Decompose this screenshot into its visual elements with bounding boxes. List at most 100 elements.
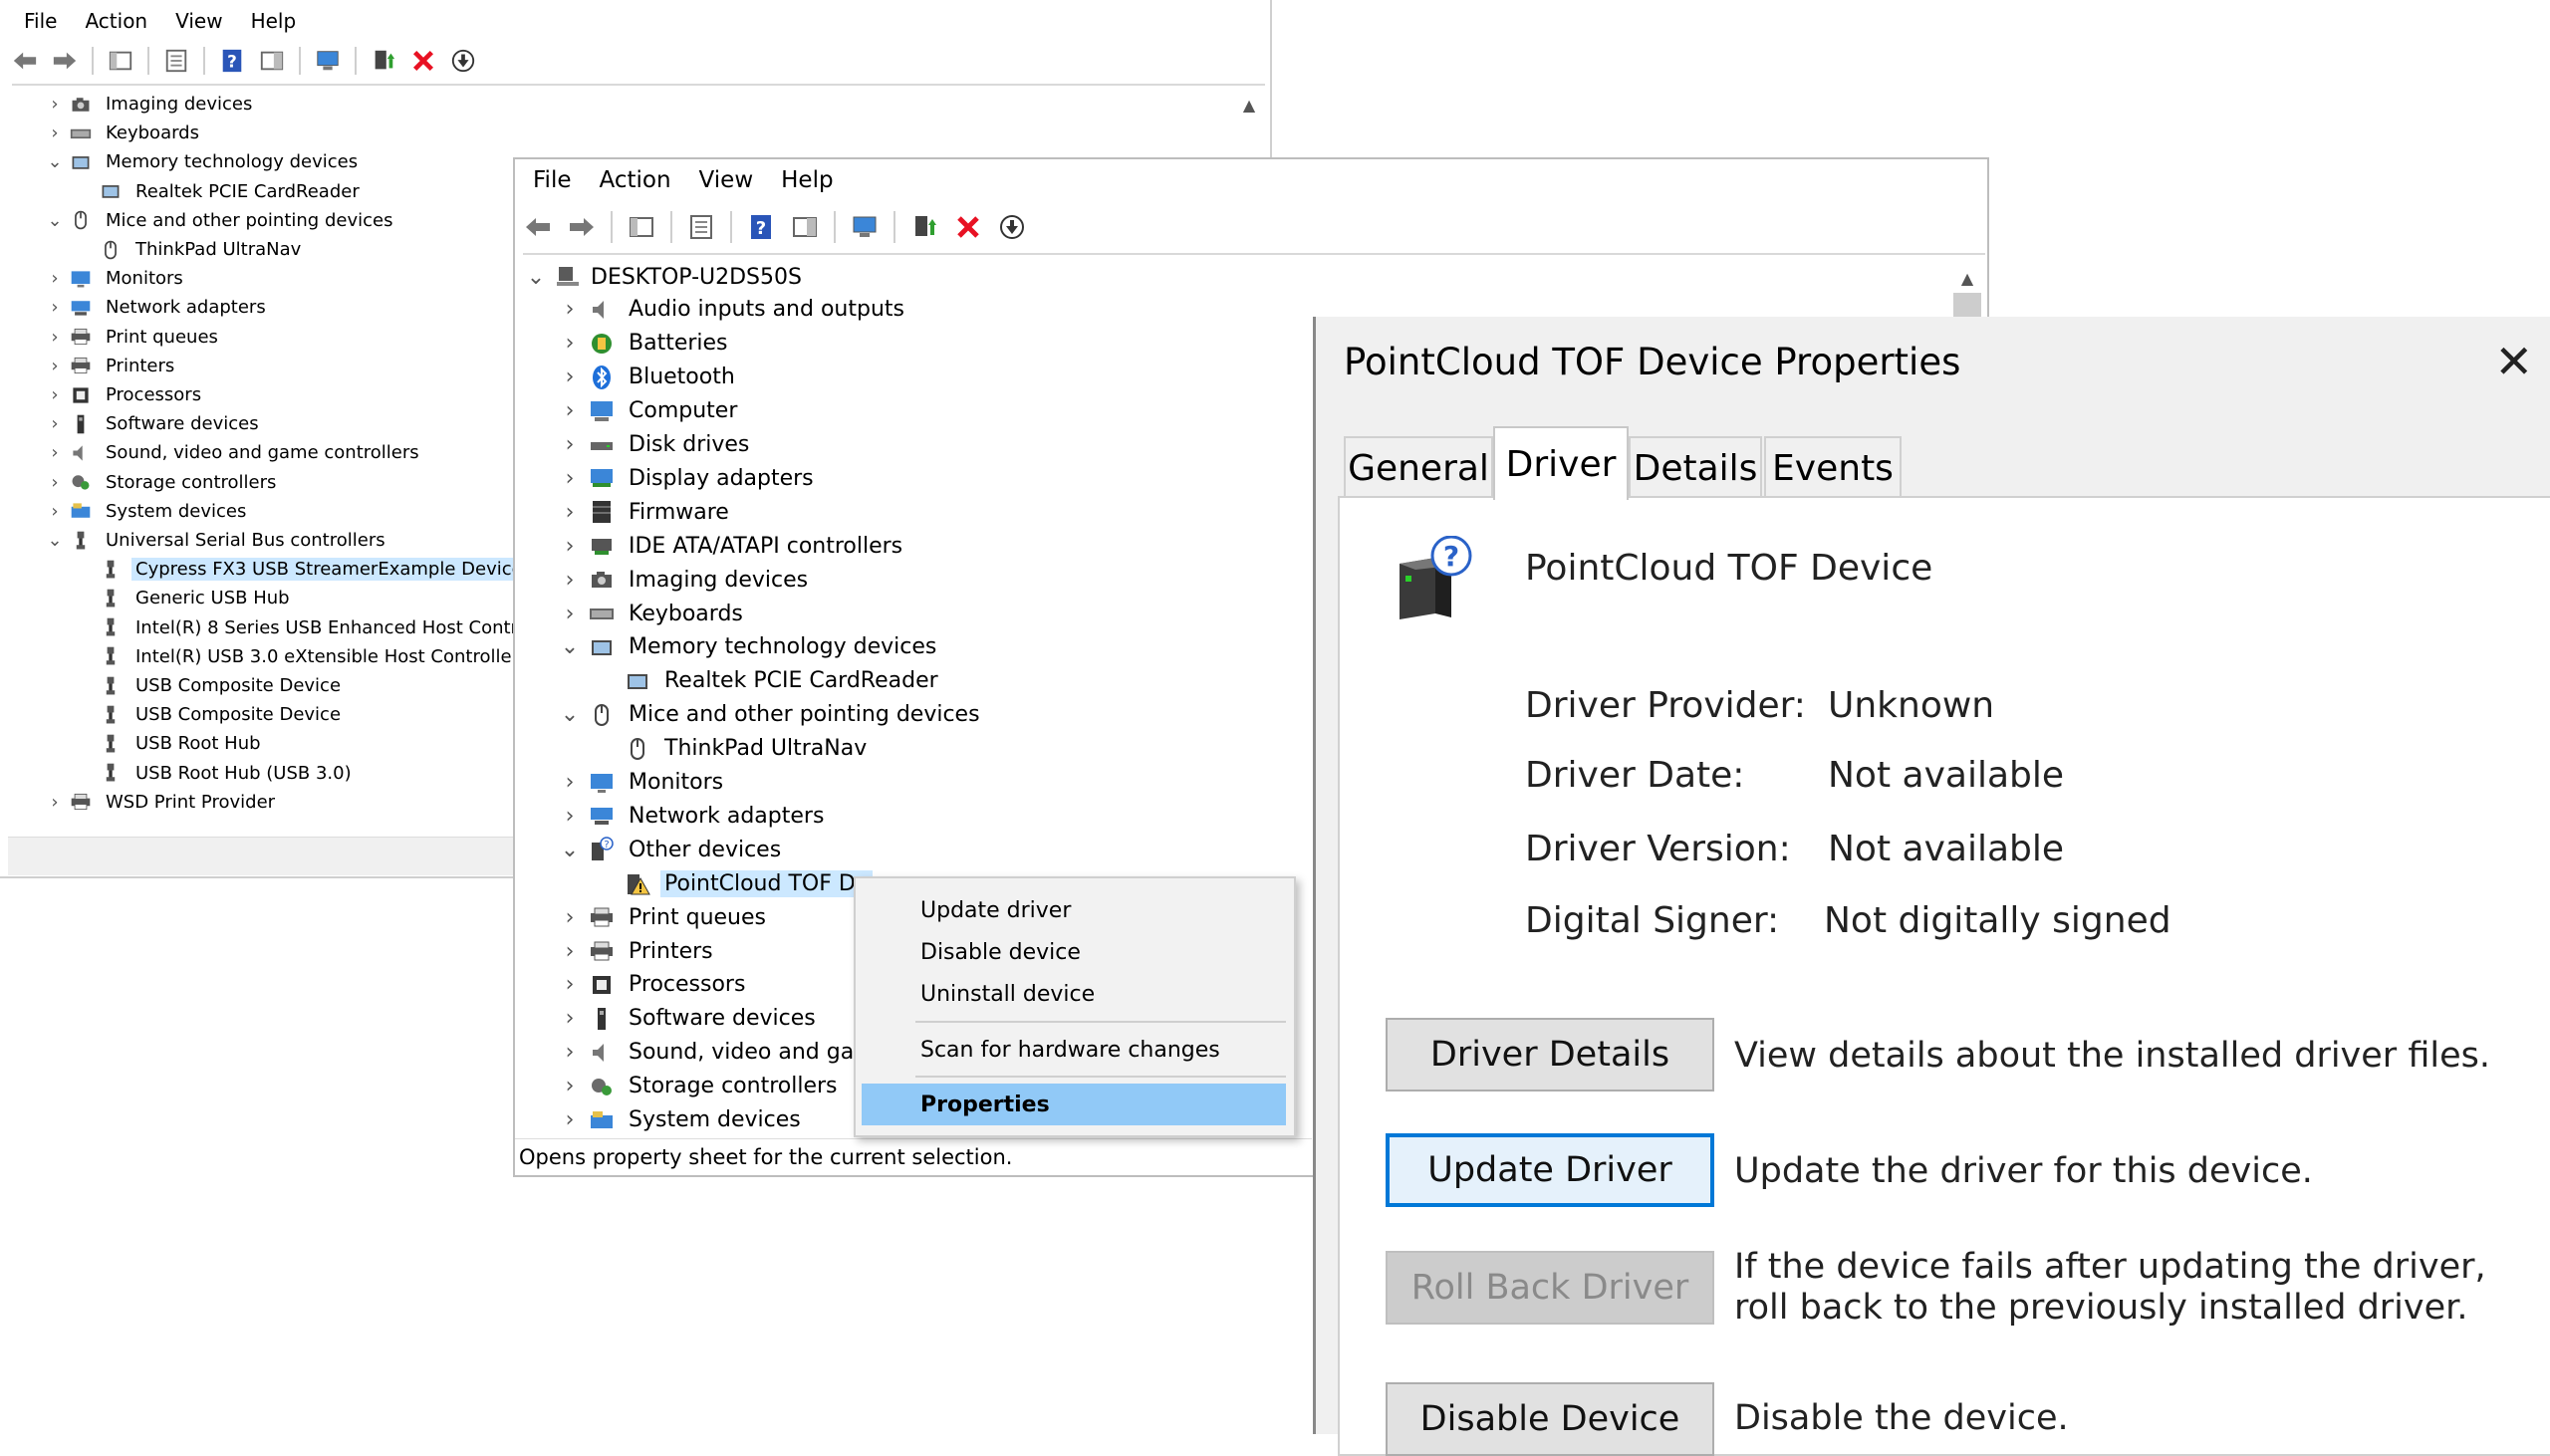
menu-file[interactable]: File xyxy=(24,9,57,33)
help-icon[interactable]: ? xyxy=(219,48,245,74)
show-hide-console-tree-icon[interactable] xyxy=(108,48,133,74)
roll-back-driver-button[interactable]: Roll Back Driver xyxy=(1386,1251,1714,1325)
chevron-right-icon[interactable]: › xyxy=(559,1074,581,1098)
tree-row[interactable]: › Batteries xyxy=(559,327,732,361)
tree-row[interactable]: › IDE ATA/ATAPI controllers xyxy=(559,529,906,563)
tree-row[interactable]: › Storage controllers xyxy=(44,468,280,497)
menu-help[interactable]: Help xyxy=(781,167,833,193)
tree-row[interactable]: ⌄ Mice and other pointing devices xyxy=(559,698,984,732)
add-driver-icon[interactable] xyxy=(909,212,939,242)
tree-row[interactable]: USB Root Hub (USB 3.0) xyxy=(74,759,356,788)
tree-row[interactable]: Intel(R) USB 3.0 eXtensible Host Control… xyxy=(74,642,535,671)
tree-row[interactable]: › Bluetooth xyxy=(559,361,739,394)
tree-row[interactable]: › System devices xyxy=(44,497,250,526)
tree-row[interactable]: › Sound, video and gam xyxy=(559,1036,880,1070)
tree-row[interactable]: USB Composite Device xyxy=(74,700,345,729)
menu-item-update-driver[interactable]: Update driver xyxy=(856,890,1294,930)
tree-row[interactable]: Realtek PCIE CardReader xyxy=(595,664,942,698)
tree-root-row[interactable]: ⌄ DESKTOP-U2DS50S xyxy=(525,259,802,295)
chevron-right-icon[interactable]: › xyxy=(559,432,581,457)
chevron-right-icon[interactable]: › xyxy=(559,1006,581,1031)
tree-row[interactable]: Realtek PCIE CardReader xyxy=(74,177,364,206)
properties-icon[interactable] xyxy=(163,48,189,74)
tree-row[interactable]: ⌄ Universal Serial Bus controllers xyxy=(44,526,389,555)
chevron-right-icon[interactable]: › xyxy=(559,804,581,829)
update-driver-icon[interactable] xyxy=(997,212,1027,242)
chevron-right-icon[interactable]: › xyxy=(559,364,581,389)
menu-item-disable-device[interactable]: Disable device xyxy=(856,932,1294,972)
tree-row[interactable]: › Network adapters xyxy=(44,293,270,322)
chevron-right-icon[interactable]: › xyxy=(559,534,581,559)
menu-item-uninstall-device[interactable]: Uninstall device xyxy=(856,974,1294,1014)
chevron-right-icon[interactable]: › xyxy=(559,466,581,491)
forward-arrow-icon[interactable] xyxy=(52,48,78,74)
chevron-right-icon[interactable]: › xyxy=(559,500,581,525)
tree-row[interactable]: › Storage controllers xyxy=(559,1070,841,1103)
chevron-right-icon[interactable]: › xyxy=(44,268,66,290)
tree-row[interactable]: › Keyboards xyxy=(559,597,747,630)
chevron-right-icon[interactable]: › xyxy=(44,355,66,376)
chevron-right-icon[interactable]: › xyxy=(559,1107,581,1132)
menu-item-scan-hardware[interactable]: Scan for hardware changes xyxy=(856,1030,1294,1070)
chevron-right-icon[interactable]: › xyxy=(44,791,66,813)
tree-row[interactable]: › Disk drives xyxy=(559,428,753,462)
tree-row[interactable]: › Printers xyxy=(559,934,717,968)
tree-row[interactable]: › Monitors xyxy=(44,264,187,293)
scroll-up-button[interactable]: ▲ xyxy=(1233,90,1265,120)
tree-row[interactable]: ⌄ Memory technology devices xyxy=(44,147,362,176)
add-driver-icon[interactable] xyxy=(371,48,396,74)
tree-row[interactable]: › Software devices xyxy=(559,1002,820,1036)
chevron-down-icon[interactable]: ⌄ xyxy=(559,634,581,659)
chevron-down-icon[interactable]: ⌄ xyxy=(44,530,66,552)
tree-row[interactable]: › Firmware xyxy=(559,495,733,529)
tree-row[interactable]: Generic USB Hub xyxy=(74,584,294,612)
chevron-down-icon[interactable]: ⌄ xyxy=(44,151,66,173)
chevron-right-icon[interactable]: › xyxy=(559,602,581,626)
action-pane-icon[interactable] xyxy=(790,212,820,242)
chevron-right-icon[interactable]: › xyxy=(559,770,581,795)
chevron-right-icon[interactable]: › xyxy=(44,413,66,435)
tree-row[interactable]: › Imaging devices xyxy=(559,563,812,597)
tree-row[interactable]: ⌄? Other devices xyxy=(559,833,785,866)
tree-row[interactable]: USB Composite Device xyxy=(74,671,345,700)
menu-action[interactable]: Action xyxy=(85,9,147,33)
chevron-down-icon[interactable]: ⌄ xyxy=(559,838,581,862)
chevron-right-icon[interactable]: › xyxy=(559,568,581,593)
tab-events[interactable]: Events xyxy=(1764,436,1902,498)
tree-row[interactable]: Intel(R) 8 Series USB Enhanced Host Cont… xyxy=(74,613,538,642)
chevron-right-icon[interactable]: › xyxy=(44,297,66,319)
chevron-right-icon[interactable]: › xyxy=(44,94,66,116)
back-arrow-icon[interactable] xyxy=(12,48,38,74)
chevron-right-icon[interactable]: › xyxy=(559,939,581,964)
tab-details[interactable]: Details xyxy=(1629,436,1762,498)
scroll-up-button[interactable]: ▲ xyxy=(1951,263,1983,293)
menu-help[interactable]: Help xyxy=(251,9,297,33)
tree-row[interactable]: › Print queues xyxy=(44,323,222,352)
menu-action[interactable]: Action xyxy=(600,167,671,193)
chevron-right-icon[interactable]: › xyxy=(44,122,66,144)
chevron-right-icon[interactable]: › xyxy=(559,398,581,423)
chevron-right-icon[interactable]: › xyxy=(559,905,581,930)
tree-row[interactable]: Cypress FX3 USB StreamerExample Device xyxy=(74,555,527,584)
chevron-right-icon[interactable]: › xyxy=(559,972,581,997)
tree-row[interactable]: ThinkPad UltraNav xyxy=(595,732,871,766)
scan-hardware-icon[interactable] xyxy=(850,212,880,242)
tree-row[interactable]: ThinkPad UltraNav xyxy=(74,235,305,264)
forward-arrow-icon[interactable] xyxy=(567,212,597,242)
chevron-right-icon[interactable]: › xyxy=(44,384,66,406)
tree-row[interactable]: › Print queues xyxy=(559,900,770,934)
update-driver-icon[interactable] xyxy=(450,48,476,74)
show-hide-console-tree-icon[interactable] xyxy=(627,212,656,242)
action-pane-icon[interactable] xyxy=(259,48,285,74)
tree-row[interactable]: PointCloud TOF De xyxy=(595,866,874,900)
tree-row[interactable]: › Display adapters xyxy=(559,462,818,496)
tree-row[interactable]: › Network adapters xyxy=(559,800,828,834)
chevron-right-icon[interactable]: › xyxy=(44,442,66,464)
chevron-right-icon[interactable]: › xyxy=(559,297,581,322)
tab-driver[interactable]: Driver xyxy=(1493,426,1629,500)
driver-details-button[interactable]: Driver Details xyxy=(1386,1018,1714,1092)
tab-general[interactable]: General xyxy=(1344,436,1493,498)
properties-icon[interactable] xyxy=(686,212,716,242)
chevron-right-icon[interactable]: › xyxy=(44,326,66,348)
menu-file[interactable]: File xyxy=(533,167,572,193)
